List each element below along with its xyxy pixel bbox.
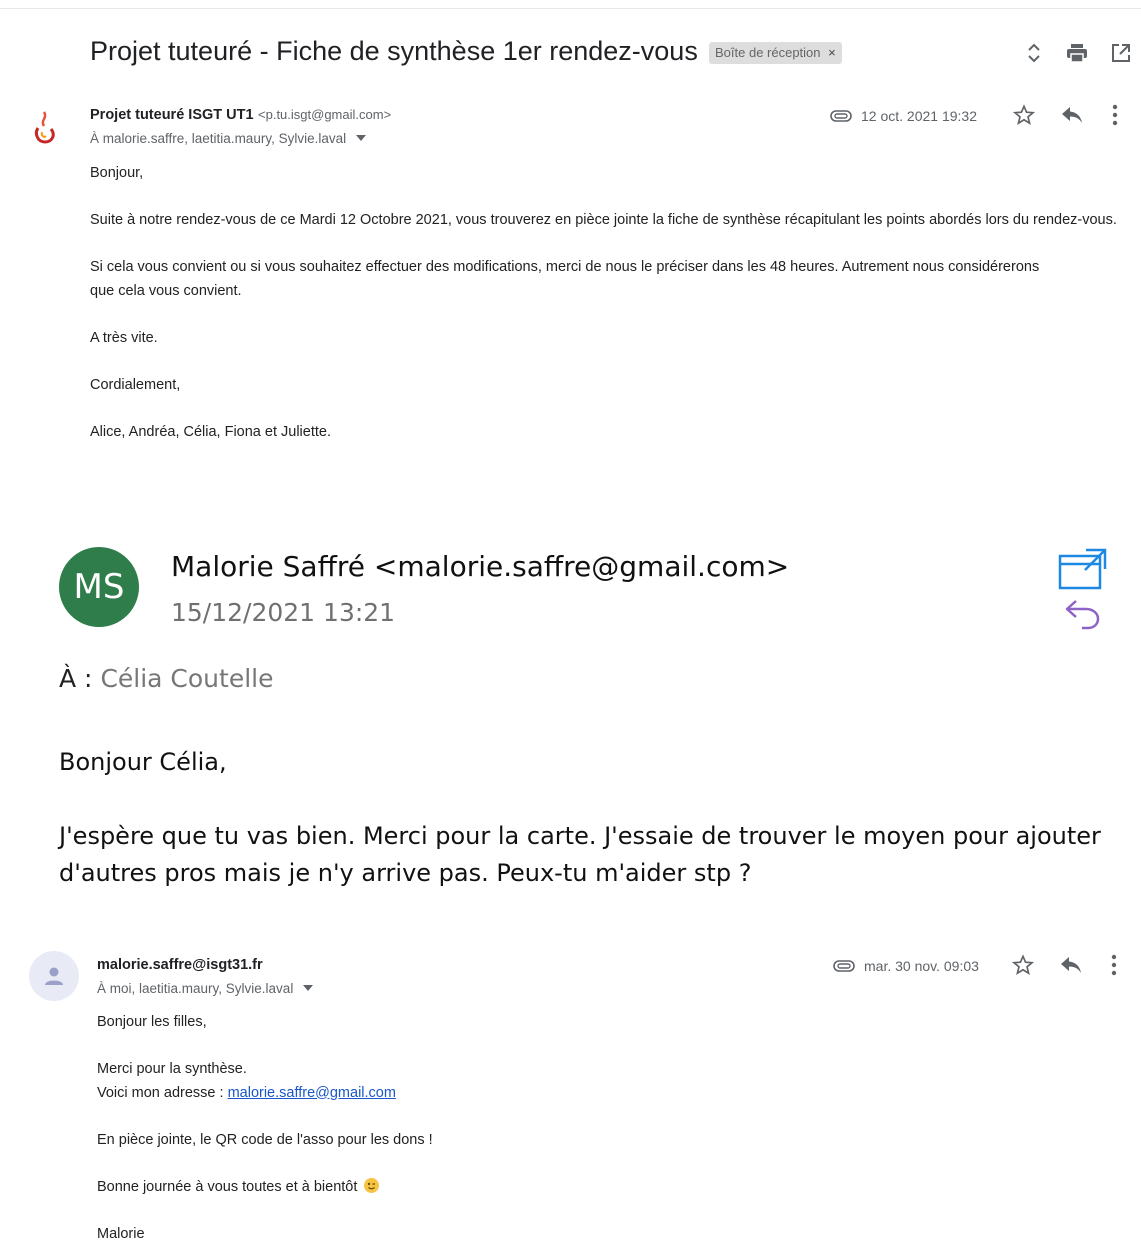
email2-to-value: Célia Coutelle [100, 664, 273, 693]
star-icon[interactable] [1013, 104, 1035, 131]
open-in-new-window-icon[interactable] [1108, 40, 1134, 66]
thread-subject: Projet tuteuré - Fiche de synthèse 1er r… [90, 36, 698, 67]
email1-recipients[interactable]: À malorie.saffre, laetitia.maury, Sylvie… [90, 131, 366, 146]
email2-greeting: Bonjour Célia, [59, 744, 227, 781]
email1-sender-name: Projet tuteuré ISGT UT1 [90, 107, 254, 123]
email3-closing: Bonne journée à vous toutes et à bientôt [97, 1179, 357, 1195]
email3-body: Bonjour les filles, Merci pour la synthè… [97, 1011, 1097, 1246]
email2-line: J'espère que tu vas bien. Merci pour la … [59, 818, 1101, 855]
email3-recipients-text: À moi, laetitia.maury, Sylvie.laval [97, 981, 293, 996]
email1-sender: Projet tuteuré ISGT UT1 <p.tu.isgt@gmail… [90, 106, 391, 124]
email3-attachment-note: En pièce jointe, le QR code de l'asso po… [97, 1129, 1097, 1153]
email3-sender: malorie.saffre@isgt31.fr [97, 957, 263, 973]
person-icon [43, 965, 65, 987]
email1-paragraph: Cordialement, [90, 374, 1120, 398]
email1-meta: 12 oct. 2021 19:32 [830, 106, 977, 126]
email-link[interactable]: malorie.saffre@gmail.com [228, 1085, 396, 1101]
star-icon[interactable] [1012, 954, 1034, 981]
reply-curved-icon[interactable] [1064, 598, 1102, 635]
email1-sender-email: <p.tu.isgt@gmail.com> [258, 107, 391, 122]
avatar: MS [59, 547, 139, 627]
email3-address-line: Voici mon adresse : malorie.saffre@gmail… [97, 1082, 1097, 1106]
email3-recipients[interactable]: À moi, laetitia.maury, Sylvie.laval [97, 981, 313, 996]
email3-signature: Malorie [97, 1223, 1097, 1246]
attachment-icon [833, 960, 855, 972]
expand-collapse-icon[interactable] [1021, 40, 1047, 66]
email1-signature: Alice, Andréa, Célia, Fiona et Juliette. [90, 421, 1120, 445]
avatar [29, 951, 79, 1001]
email3-date: mar. 30 nov. 09:03 [864, 958, 979, 974]
email3-greeting: Bonjour les filles, [97, 1011, 1097, 1035]
top-divider [0, 8, 1141, 9]
email1-body: Bonjour, Suite à notre rendez-vous de ce… [90, 162, 1120, 444]
isgt-logo [32, 110, 58, 146]
email1-greeting: Bonjour, [90, 162, 1120, 186]
remove-label-icon[interactable]: × [828, 45, 836, 60]
email1-paragraph: Si cela vous convient ou si vous souhait… [90, 256, 1040, 303]
email3-closing-line: Bonne journée à vous toutes et à bientôt [97, 1176, 1097, 1200]
email1-paragraph: A très vite. [90, 327, 1120, 351]
popout-icon[interactable] [1058, 548, 1108, 595]
email3-meta: mar. 30 nov. 09:03 [833, 956, 979, 976]
email1-paragraph: Suite à notre rendez-vous de ce Mardi 12… [90, 209, 1120, 233]
recipients-dropdown-icon[interactable] [303, 985, 313, 991]
email2-to-label: À : [59, 664, 92, 693]
email2-date: 15/12/2021 13:21 [171, 598, 395, 627]
email3-address-prefix: Voici mon adresse : [97, 1085, 228, 1101]
recipients-dropdown-icon[interactable] [356, 135, 366, 141]
attachment-icon [830, 110, 852, 122]
print-icon[interactable] [1064, 40, 1090, 66]
reply-icon[interactable] [1060, 956, 1082, 979]
email2-from: Malorie Saffré <malorie.saffre@gmail.com… [171, 550, 789, 583]
inbox-label-text: Boîte de réception [715, 45, 821, 60]
email2-to: À : Célia Coutelle [59, 664, 273, 693]
more-options-icon[interactable] [1112, 104, 1118, 131]
email1-recipients-text: À malorie.saffre, laetitia.maury, Sylvie… [90, 131, 346, 146]
more-options-icon[interactable] [1111, 954, 1117, 981]
inbox-label-chip[interactable]: Boîte de réception × [709, 42, 842, 64]
reply-icon[interactable] [1061, 106, 1083, 129]
email2-line: d'autres pros mais je n'y arrive pas. Pe… [59, 855, 1101, 892]
email3-thanks: Merci pour la synthèse. [97, 1058, 1097, 1082]
winking-face-icon [364, 1178, 379, 1193]
email2-body: J'espère que tu vas bien. Merci pour la … [59, 818, 1101, 892]
email1-date: 12 oct. 2021 19:32 [861, 108, 977, 124]
